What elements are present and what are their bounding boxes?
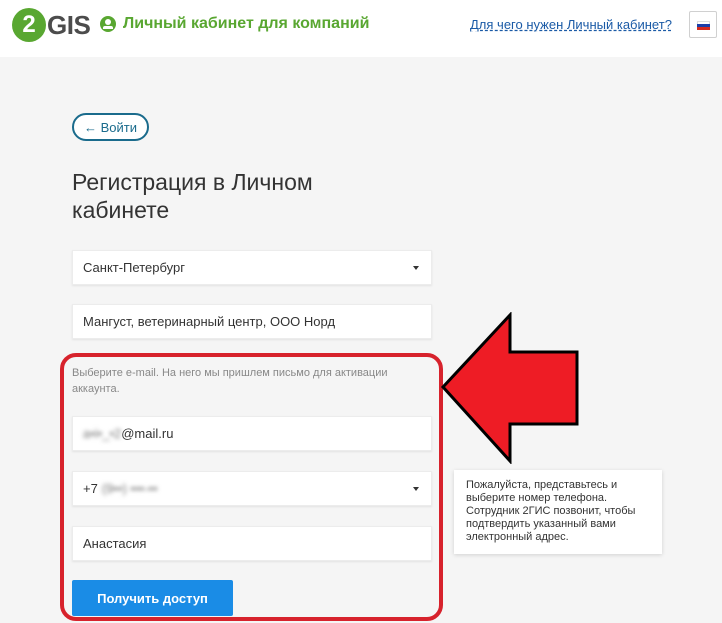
user-icon xyxy=(100,16,116,32)
language-button[interactable] xyxy=(689,11,717,38)
logo-text: GIS xyxy=(47,9,91,40)
city-select[interactable]: Санкт-Петербург xyxy=(72,250,432,285)
why-cabinet-link[interactable]: Для чего нужен Личный кабинет? xyxy=(470,17,672,32)
annotation-arrow-icon xyxy=(440,312,579,464)
phone-tooltip: Пожалуйста, представьтесь и выберите ном… xyxy=(454,470,662,554)
company-value: Мангуст, ветеринарный центр, ООО Норд xyxy=(83,314,336,329)
page-title: Регистрация в Личном кабинете xyxy=(72,169,313,223)
2gis-logo[interactable]: 2 GIS xyxy=(12,8,91,42)
city-value: Санкт-Петербург xyxy=(83,260,185,275)
company-field[interactable]: Мангуст, ветеринарный центр, ООО Норд xyxy=(72,304,432,339)
russia-flag-icon xyxy=(697,21,710,30)
header: 2 GIS Личный кабинет для компаний Для че… xyxy=(0,0,722,57)
cabinet-title: Личный кабинет для компаний xyxy=(123,15,370,32)
chevron-down-icon xyxy=(413,266,419,270)
back-login-button[interactable]: ← Войти xyxy=(72,113,149,141)
annotation-highlight-box xyxy=(60,353,443,621)
logo-circle: 2 xyxy=(12,8,46,42)
